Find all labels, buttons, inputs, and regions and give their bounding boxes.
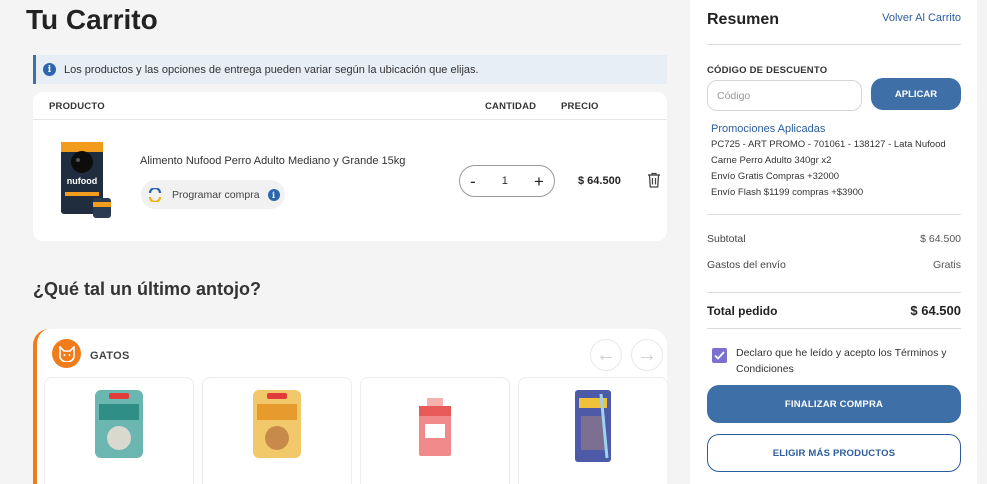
promotion-line: Envío Flash $1199 compras +$3900 (711, 187, 864, 198)
product-image[interactable]: nufood (55, 140, 117, 222)
promotion-line: Carne Perro Adulto 340gr x2 (711, 155, 832, 166)
terms-label[interactable]: Declaro que he leído y acepto los Términ… (736, 345, 964, 377)
decrease-quantity-button[interactable]: - (470, 173, 476, 190)
schedule-purchase-label: Programar compra (172, 188, 260, 201)
header-price: PRECIO (561, 101, 599, 112)
back-to-cart-link[interactable]: Volver Al Carrito (882, 12, 961, 24)
product-name[interactable]: Alimento Nufood Perro Adulto Mediano y G… (140, 155, 405, 167)
discount-label: CÓDIGO DE DESCUENTO (707, 65, 828, 76)
product-tile[interactable] (44, 377, 194, 484)
category-carousel: GATOS ← → (33, 329, 667, 484)
product-price: $ 64.500 (578, 175, 621, 187)
schedule-logo-icon (148, 187, 162, 202)
shipping-value: Gratis (932, 259, 961, 271)
schedule-purchase-button[interactable]: Programar compra i (141, 180, 285, 209)
subtotal-label: Subtotal (707, 233, 746, 245)
subtotal-value: $ 64.500 (920, 233, 961, 245)
total-value: $ 64.500 (910, 303, 961, 318)
carousel-next-button[interactable]: → (631, 339, 663, 371)
product-image (419, 398, 451, 456)
category-label: GATOS (90, 350, 130, 362)
trash-icon[interactable] (647, 172, 661, 188)
product-tile[interactable] (202, 377, 352, 484)
info-banner-text: Los productos y las opciones de entrega … (64, 63, 479, 76)
increase-quantity-button[interactable]: + (534, 173, 544, 190)
quantity-value: 1 (501, 175, 508, 187)
apply-discount-button[interactable]: APLICAR (871, 78, 961, 110)
product-tile[interactable] (518, 377, 667, 484)
finalize-purchase-button[interactable]: FINALIZAR COMPRA (707, 385, 961, 423)
promotion-line: Envío Gratis Compras +32000 (711, 171, 840, 182)
product-image (253, 390, 301, 458)
order-summary: Resumen Volver Al Carrito CÓDIGO DE DESC… (690, 0, 977, 484)
cat-icon (52, 339, 81, 368)
product-image (575, 390, 611, 462)
cart-header: PRODUCTO CANTIDAD PRECIO (33, 92, 667, 120)
divider (707, 44, 961, 45)
header-quantity: CANTIDAD (485, 101, 537, 112)
info-banner: i Los productos y las opciones de entreg… (33, 55, 667, 84)
quantity-stepper: - 1 + (459, 165, 555, 197)
info-icon: i (43, 63, 56, 76)
checkmark-icon (714, 351, 725, 360)
upsell-title: ¿Qué tal un último antojo? (33, 279, 261, 299)
promotion-line: PC725 - ART PROMO - 701061 - 138127 - La… (711, 139, 946, 150)
page-title: Tu Carrito (26, 4, 158, 35)
info-icon[interactable]: i (267, 188, 280, 201)
summary-title: Resumen (707, 11, 780, 28)
promotions-title: Promociones Aplicadas (711, 123, 826, 135)
discount-code-input[interactable]: Código (707, 80, 862, 111)
product-tile[interactable] (360, 377, 510, 484)
divider (707, 328, 961, 329)
product-image (95, 390, 143, 458)
cart-card: PRODUCTO CANTIDAD PRECIO nufood Alimento… (33, 92, 667, 241)
carousel-prev-button[interactable]: ← (590, 339, 622, 371)
choose-more-products-button[interactable]: ELIGIR MÁS PRODUCTOS (707, 434, 961, 472)
divider (707, 214, 961, 215)
shipping-label: Gastos del envío (707, 259, 786, 271)
total-label: Total pedido (707, 304, 778, 318)
header-product: PRODUCTO (49, 101, 105, 112)
product-image-brand: nufood (67, 176, 98, 186)
divider (707, 292, 961, 293)
terms-checkbox[interactable] (712, 348, 727, 363)
